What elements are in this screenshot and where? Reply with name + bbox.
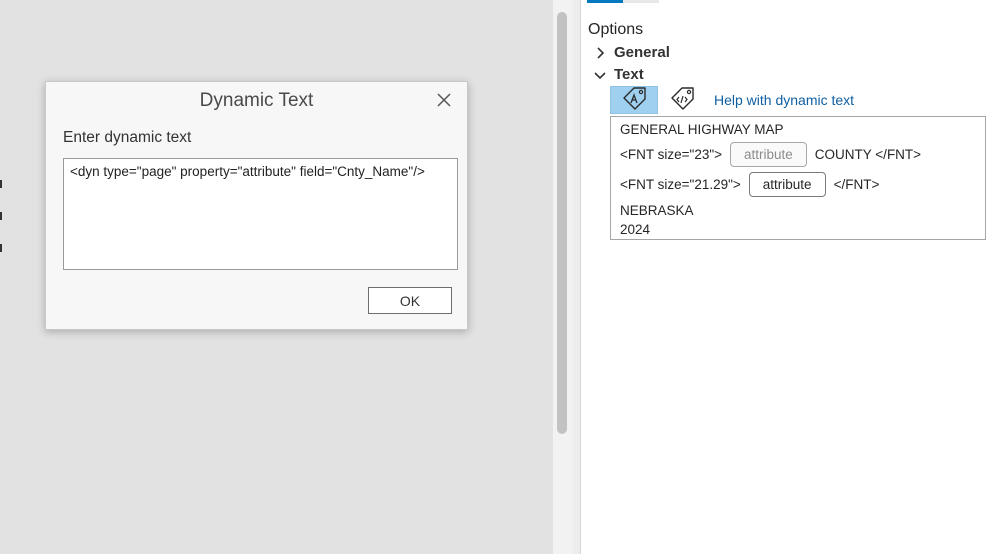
canvas-marker	[0, 180, 2, 188]
attribute-chip-selected[interactable]: attribute	[748, 172, 826, 197]
dynamic-text-editor[interactable]: GENERAL HIGHWAY MAP <FNT size="23"> attr…	[610, 116, 986, 240]
dynamic-text-dialog: Dynamic Text Enter dynamic text <dyn typ…	[45, 81, 468, 330]
attribute-chip[interactable]: attribute	[730, 142, 807, 167]
fnt-close-text: COUNTY </FNT>	[814, 147, 922, 162]
close-icon[interactable]	[435, 91, 453, 109]
tab-active-indicator[interactable]	[587, 0, 623, 3]
dynamic-text-toolbar: Help with dynamic text	[610, 86, 854, 114]
text-line: <FNT size="23"> attribute COUNTY </FNT>	[620, 142, 921, 167]
code-mode-button[interactable]	[658, 86, 706, 114]
group-general[interactable]: General	[593, 44, 670, 61]
fnt-open-tag: <FNT size="21.29">	[620, 177, 741, 192]
dialog-label: Enter dynamic text	[63, 129, 192, 146]
canvas-marker	[0, 244, 2, 252]
group-text-label: Text	[614, 66, 644, 83]
pane-splitter[interactable]	[573, 0, 581, 554]
fnt-close-text: </FNT>	[833, 177, 880, 192]
text-line: GENERAL HIGHWAY MAP	[620, 122, 784, 137]
options-title: Options	[588, 21, 644, 38]
tag-code-icon	[668, 86, 696, 115]
options-pane: Options General Text Help with dynamic t…	[581, 0, 999, 554]
tag-text-icon	[620, 86, 648, 115]
group-general-label: General	[614, 44, 670, 61]
dynamic-text-input[interactable]: <dyn type="page" property="attribute" fi…	[63, 158, 458, 270]
canvas-marker	[0, 212, 2, 220]
ok-button[interactable]: OK	[368, 287, 452, 314]
scrollbar-thumb[interactable]	[557, 12, 567, 434]
fnt-open-tag: <FNT size="23">	[620, 147, 723, 162]
vertical-scrollbar[interactable]	[553, 0, 573, 554]
group-text[interactable]: Text	[593, 66, 644, 83]
text-line: NEBRASKA	[620, 203, 694, 218]
chevron-right-icon[interactable]	[593, 46, 607, 59]
chevron-down-icon[interactable]	[593, 70, 607, 80]
text-mode-button[interactable]	[610, 86, 658, 114]
text-line: 2024	[620, 222, 651, 237]
help-dynamic-text-link[interactable]: Help with dynamic text	[714, 92, 854, 108]
dialog-title: Dynamic Text	[199, 90, 314, 111]
text-line: <FNT size="21.29"> attribute </FNT>	[620, 172, 879, 197]
